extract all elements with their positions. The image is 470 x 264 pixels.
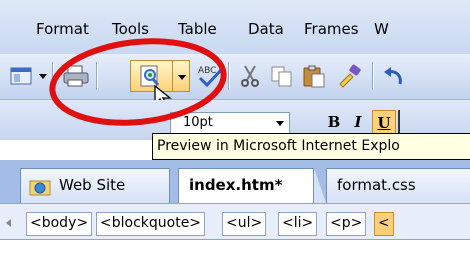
copy-icon[interactable] [268,62,296,90]
document-editing-area[interactable] [0,240,470,264]
tab-edge [314,168,326,203]
new-page-icon[interactable] [8,62,36,90]
tab-label: index.htm* [189,176,283,194]
format-painter-icon[interactable] [336,62,364,90]
preview-tooltip: Preview in Microsoft Internet Explo [152,133,470,160]
toolbar-separator [228,62,230,90]
tab-index-htm[interactable]: index.htm* [178,168,314,204]
cut-icon[interactable] [236,62,264,90]
font-size-dropdown-arrow[interactable] [273,115,287,131]
tab-label: format.css [337,176,416,194]
undo-icon[interactable] [380,62,408,90]
tag-selector-bar: <body> <blockquote> <ul> <li> <p> < [0,203,470,240]
tab-label: Web Site [59,176,126,194]
highlight-ellipse [49,38,227,126]
menu-frames[interactable]: Frames [304,20,359,38]
tag-li[interactable]: <li> [278,212,318,236]
tag-blockquote[interactable]: <blockquote> [96,212,206,236]
bold-button[interactable]: B [322,110,346,134]
tag-ul[interactable]: <ul> [222,212,267,236]
tag-p[interactable]: <p> [326,212,367,236]
toolbar-separator [372,62,374,90]
align-left-icon[interactable] [398,110,408,134]
paste-icon[interactable] [300,62,328,90]
tab-web-site[interactable]: Web Site [20,168,170,203]
document-tab-strip: Web Site index.htm* format.css [0,160,470,204]
folder-web-icon [29,180,51,196]
tag-current[interactable]: < [374,212,394,236]
underline-button[interactable]: U [372,110,396,134]
menu-data[interactable]: Data [248,20,284,38]
tab-format-css[interactable]: format.css [326,168,470,203]
menu-window[interactable]: W [374,20,389,38]
italic-button[interactable]: I [346,110,370,134]
tag-scroll-left-icon[interactable] [4,214,16,232]
new-page-dropdown[interactable] [36,62,48,90]
tag-body[interactable]: <body> [26,212,93,236]
